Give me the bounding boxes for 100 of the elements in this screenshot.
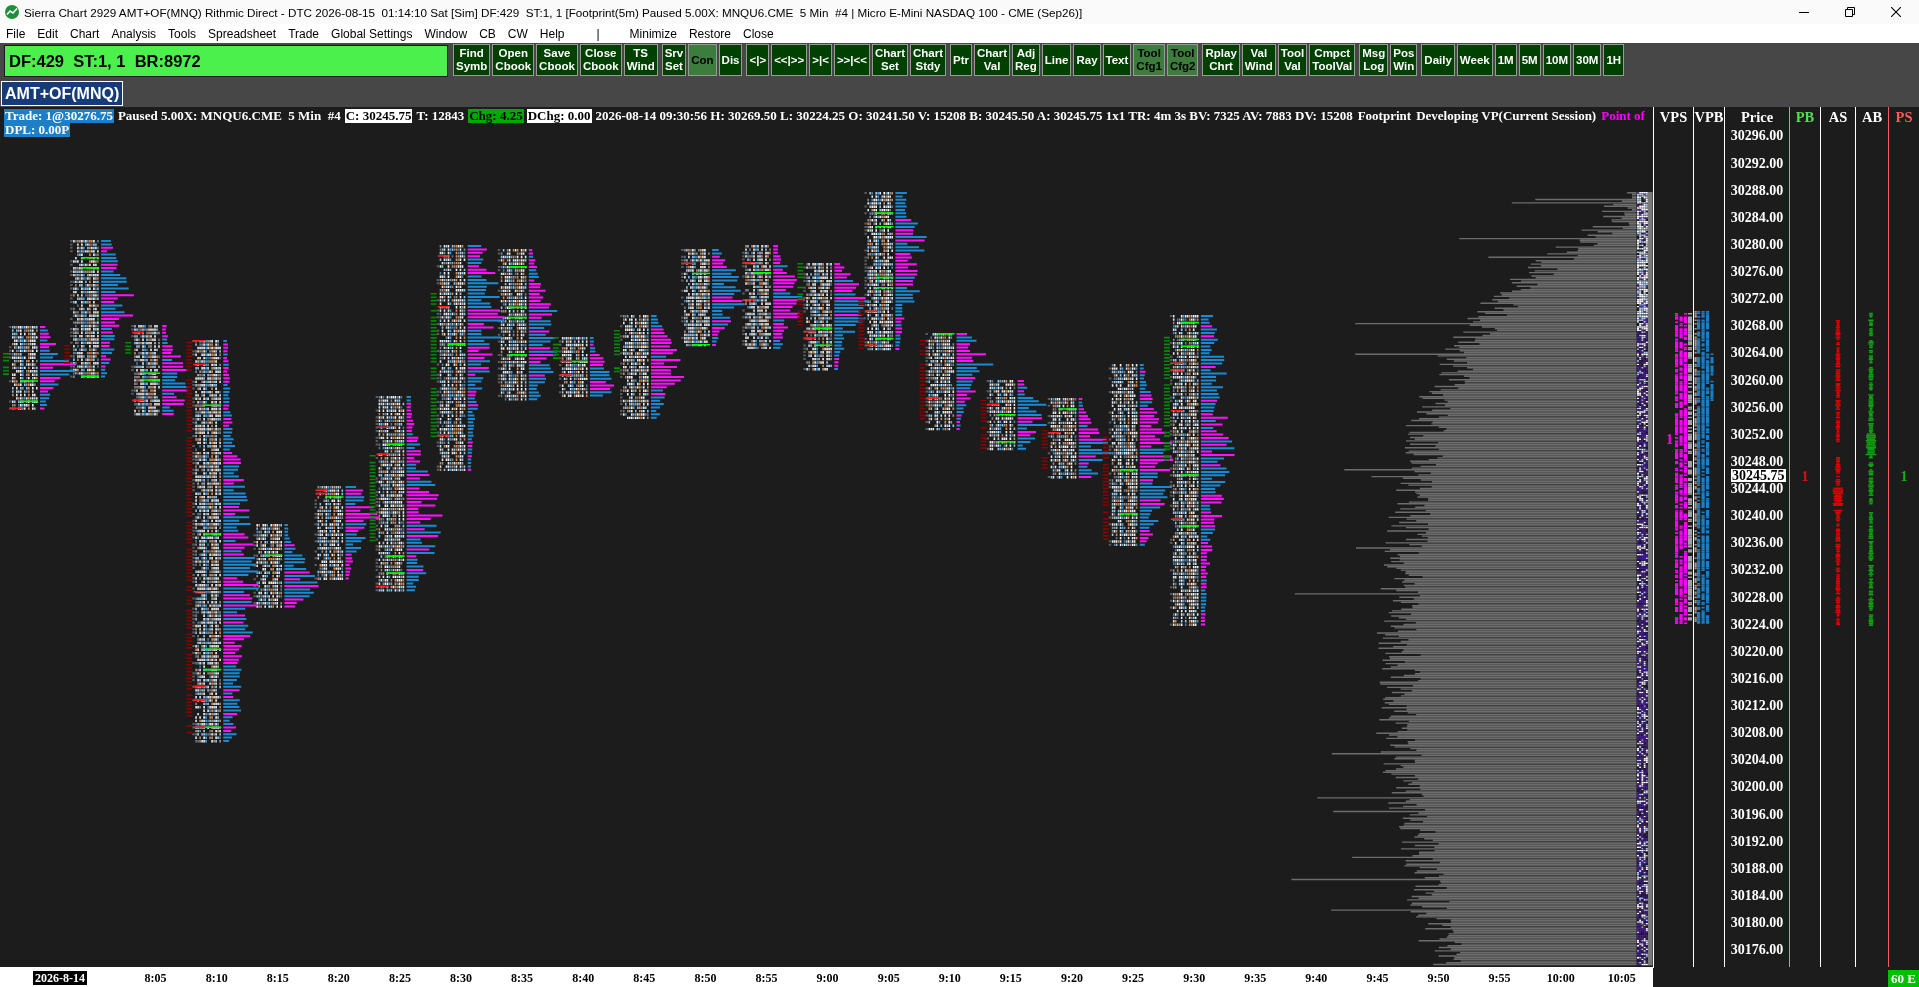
time-label: 10:05 [1607, 970, 1636, 985]
toolbar-button[interactable]: Chart Val [974, 44, 1011, 76]
price-label: 30204.00 [1730, 753, 1784, 767]
toolbar-button[interactable]: Find Symb [453, 44, 491, 76]
toolbar-button[interactable]: Adj Reg [1012, 44, 1040, 76]
price-label: 30268.00 [1730, 319, 1784, 333]
toolbar-button[interactable]: Daily [1421, 44, 1455, 76]
time-label: 8:20 [327, 970, 350, 985]
column-value: 1 [1666, 432, 1673, 447]
time-label: 9:00 [816, 970, 839, 985]
toolbar-button[interactable]: Rplay Chrt [1202, 44, 1240, 76]
time-label: 9:35 [1244, 970, 1267, 985]
column-header: PS [1895, 109, 1913, 125]
time-label: 9:20 [1060, 970, 1083, 985]
time-label: 8:55 [755, 970, 778, 985]
change-readout: Chg: 4.25 [468, 109, 524, 123]
time-label: 8:15 [266, 970, 289, 985]
close-icon [1891, 7, 1901, 17]
toolbar-button[interactable]: Close Cbook [579, 44, 622, 76]
time-label: 9:50 [1427, 970, 1450, 985]
price-label: 30192.00 [1730, 834, 1784, 848]
time-label: 8:35 [511, 970, 534, 985]
toolbar-button[interactable]: Ptr [950, 44, 973, 76]
menu-item[interactable]: Window [418, 26, 474, 41]
chart-info-text: T: 12843 [415, 109, 466, 123]
toolbar-button[interactable]: 1H [1603, 44, 1625, 76]
menu-item[interactable]: File [0, 26, 32, 41]
menu-item[interactable]: Chart [64, 26, 106, 41]
toolbar-button[interactable]: 30M [1573, 44, 1602, 76]
price-label: 30252.00 [1730, 427, 1784, 441]
menu-item[interactable]: CB [473, 26, 502, 41]
time-label: 9:25 [1122, 970, 1145, 985]
column-header: VPB [1694, 109, 1724, 125]
minimize-icon [1799, 11, 1809, 13]
toolbar-button[interactable]: Dis [718, 44, 743, 76]
toolbar-button[interactable]: 1M [1494, 44, 1517, 76]
toolbar-button[interactable]: Chart Set [872, 44, 908, 76]
price-label: 30196.00 [1730, 807, 1784, 821]
time-label: 8:50 [694, 970, 717, 985]
toolbar-button[interactable]: <<|>> [771, 44, 808, 76]
price-label: 30232.00 [1730, 563, 1784, 577]
menu-item[interactable]: Spreadsheet [202, 26, 283, 41]
price-label: 30280.00 [1730, 237, 1784, 251]
menu-item[interactable]: Edit [31, 26, 65, 41]
price-label: 30288.00 [1730, 183, 1784, 197]
time-label: 9:45 [1366, 970, 1389, 985]
toolbar-button[interactable]: Cmpct ToolVal [1309, 44, 1356, 76]
column-header: PB [1795, 109, 1815, 125]
menu-item[interactable]: Global Settings [325, 26, 419, 41]
date-label: 2026-8-14 [33, 970, 87, 985]
menu-item[interactable]: Trade [282, 26, 326, 41]
menu-item[interactable]: Analysis [105, 26, 163, 41]
price-label: 30264.00 [1730, 346, 1784, 360]
column-value: 1 [1801, 469, 1809, 484]
toolbar-button[interactable]: >|< [809, 44, 832, 76]
menu-separator: | [595, 26, 601, 41]
price-label: 30296.00 [1730, 129, 1784, 143]
menu-item[interactable]: Help [533, 26, 571, 41]
menu-item[interactable]: CW [501, 26, 534, 41]
menu-item[interactable]: Tools [162, 26, 203, 41]
time-label: 9:15 [999, 970, 1022, 985]
status-display: DF:429 ST:1, 1 BR:8972 [4, 45, 448, 77]
price-label: 30248.00 [1730, 454, 1784, 468]
toolbar-button[interactable]: <|> [746, 44, 770, 76]
time-label: 9:10 [938, 970, 961, 985]
toolbar-button[interactable]: Line [1041, 44, 1072, 76]
price-label: 30244.00 [1730, 482, 1784, 496]
chart-tab[interactable]: AMT+OF(MNQ) [1, 81, 124, 106]
price-label: 30240.00 [1730, 509, 1784, 523]
menu-item[interactable]: Restore [682, 26, 737, 41]
toolbar-button[interactable]: 5M [1518, 44, 1541, 76]
toolbar-button[interactable]: Text [1102, 44, 1132, 76]
toolbar-button[interactable]: TS Wind [623, 44, 658, 76]
price-label: 30176.00 [1730, 943, 1784, 957]
study-label: Point of [1600, 109, 1646, 123]
time-label: 9:30 [1183, 970, 1206, 985]
toolbar-button[interactable]: Chart Stdy [910, 44, 947, 76]
toolbar-button[interactable]: Tool Val [1277, 44, 1308, 76]
toolbar-button[interactable]: Save Cbook [536, 44, 578, 76]
chart-info-text: Footprint [1356, 109, 1413, 123]
toolbar-button[interactable]: >>|<< [833, 44, 870, 76]
toolbar-button[interactable]: Ray [1073, 44, 1101, 76]
toolbar-button[interactable]: Pos Win [1390, 44, 1418, 76]
toolbar-button[interactable]: Week [1456, 44, 1493, 76]
menu-item[interactable]: Close [737, 26, 780, 41]
price-label: 30208.00 [1730, 726, 1784, 740]
menu-item[interactable]: Minimize [623, 26, 683, 41]
column-value: 1 [1900, 469, 1908, 484]
price-label: 30224.00 [1730, 617, 1784, 631]
chart-info-text: 2026-08-14 09:30:56 H: 30269.50 L: 30224.25 O: 30241.50 V: 15208 B: 30245.50 A: 30245.75 1x1 TR: 4m 3s BV: 7325 AV: 7883 DV: 15208 [594, 109, 1354, 123]
app-icon [5, 5, 19, 19]
column-header: Price [1740, 109, 1774, 125]
time-label: 9:40 [1305, 970, 1328, 985]
toolbar-button[interactable]: Msg Log [1359, 44, 1389, 76]
toolbar-button[interactable]: Srv Set [661, 44, 687, 76]
toolbar-button[interactable]: Val Wind [1241, 44, 1276, 76]
time-label: 8:30 [450, 970, 472, 985]
toolbar-button[interactable]: 10M [1542, 44, 1572, 76]
time-label: 8:45 [633, 970, 656, 985]
toolbar-button[interactable]: Open Cbook [492, 44, 535, 76]
